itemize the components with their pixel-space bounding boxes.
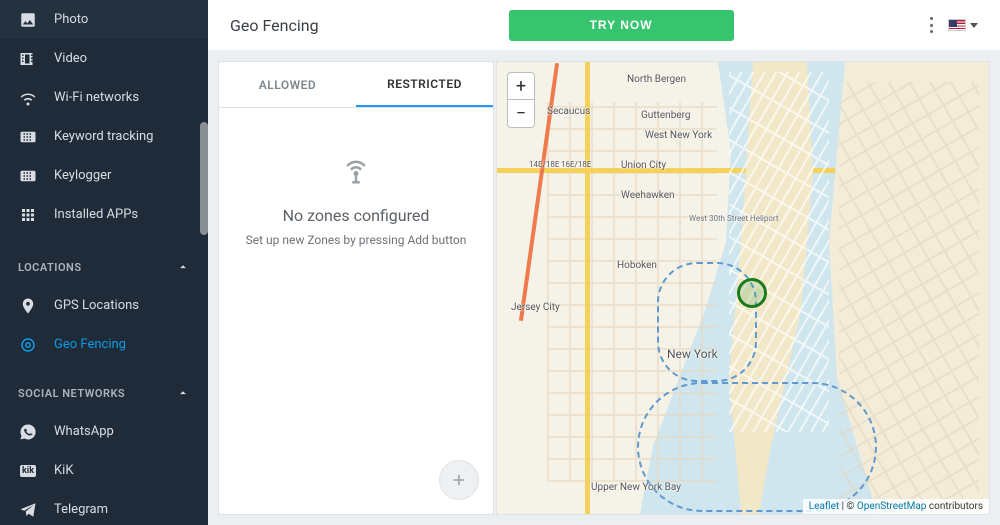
sidebar-item-kik[interactable]: kik KiK — [0, 451, 208, 490]
chevron-up-icon — [176, 260, 190, 274]
whatsapp-icon — [18, 422, 38, 442]
wifi-icon — [18, 88, 38, 108]
zones-panel: ALLOWED RESTRICTED No zones configured S… — [218, 61, 494, 515]
sidebar-item-label: Installed APPs — [54, 207, 138, 222]
map[interactable]: North Bergen Secaucus Guttenberg West Ne… — [496, 61, 990, 515]
grid-icon — [18, 205, 38, 225]
sidebar-item-label: Wi-Fi networks — [54, 90, 139, 105]
map-attribution: Leaflet | © OpenStreetMap contributors — [803, 499, 989, 514]
osm-link[interactable]: OpenStreetMap — [857, 501, 927, 512]
language-selector[interactable] — [948, 19, 978, 31]
keyboard-icon — [18, 127, 38, 147]
pin-icon — [18, 296, 38, 316]
section-title: SOCIAL NETWORKS — [18, 387, 125, 400]
tab-allowed[interactable]: ALLOWED — [219, 62, 356, 107]
sidebar: Photo Video Wi-Fi networks Keyword track… — [0, 0, 208, 525]
empty-state: No zones configured Set up new Zones by … — [219, 108, 493, 514]
sidebar-scrollbar-thumb[interactable] — [200, 122, 208, 235]
target-icon — [18, 335, 38, 355]
sidebar-item-label: GPS Locations — [54, 298, 139, 313]
sidebar-item-label: Photo — [54, 12, 88, 27]
sidebar-item-label: Video — [54, 51, 87, 66]
sidebar-item-video[interactable]: Video — [0, 39, 208, 78]
try-now-button[interactable]: TRY NOW — [509, 10, 734, 41]
content: ALLOWED RESTRICTED No zones configured S… — [208, 51, 1000, 525]
plus-icon — [450, 471, 468, 489]
page-title: Geo Fencing — [230, 16, 319, 35]
sidebar-item-label: Keylogger — [54, 168, 111, 183]
section-header-locations[interactable]: LOCATIONS — [0, 248, 208, 286]
sidebar-item-label: Geo Fencing — [54, 337, 126, 352]
photo-icon — [18, 10, 38, 30]
flag-us-icon — [948, 19, 966, 31]
sidebar-item-label: Telegram — [54, 502, 108, 517]
sidebar-scrollbar[interactable] — [200, 0, 208, 525]
empty-subtitle: Set up new Zones by pressing Add button — [246, 233, 467, 247]
map-background: North Bergen Secaucus Guttenberg West Ne… — [497, 62, 989, 514]
antenna-icon — [341, 156, 371, 190]
sidebar-item-gps[interactable]: GPS Locations — [0, 286, 208, 325]
sidebar-item-photo[interactable]: Photo — [0, 0, 208, 39]
keyboard-icon — [18, 166, 38, 186]
telegram-icon — [18, 500, 38, 520]
tab-restricted[interactable]: RESTRICTED — [356, 62, 493, 107]
zoom-in-button[interactable]: + — [508, 73, 534, 100]
chevron-up-icon — [176, 386, 190, 400]
tabs: ALLOWED RESTRICTED — [219, 62, 493, 108]
more-menu-icon[interactable] — [930, 17, 934, 33]
sidebar-item-label: WhatsApp — [54, 424, 114, 439]
zoom-control: + − — [507, 72, 535, 128]
empty-title: No zones configured — [283, 206, 430, 225]
sidebar-item-whatsapp[interactable]: WhatsApp — [0, 412, 208, 451]
caret-down-icon — [970, 23, 978, 28]
main: Geo Fencing TRY NOW ALLOWED RESTRICTED N… — [208, 0, 1000, 525]
video-icon — [18, 49, 38, 69]
topbar: Geo Fencing TRY NOW — [208, 0, 1000, 51]
sidebar-item-label: Keyword tracking — [54, 129, 154, 144]
section-title: LOCATIONS — [18, 261, 82, 274]
section-header-social[interactable]: SOCIAL NETWORKS — [0, 374, 208, 412]
geofence-marker[interactable] — [737, 278, 767, 308]
add-zone-button[interactable] — [439, 460, 479, 500]
sidebar-item-geofencing[interactable]: Geo Fencing — [0, 325, 208, 364]
sidebar-item-keylogger[interactable]: Keylogger — [0, 156, 208, 195]
leaflet-link[interactable]: Leaflet — [809, 501, 839, 512]
sidebar-item-telegram[interactable]: Telegram — [0, 490, 208, 525]
sidebar-item-apps[interactable]: Installed APPs — [0, 195, 208, 234]
sidebar-item-label: KiK — [54, 463, 73, 478]
sidebar-item-keyword[interactable]: Keyword tracking — [0, 117, 208, 156]
kik-icon: kik — [18, 461, 38, 481]
zoom-out-button[interactable]: − — [508, 100, 534, 127]
sidebar-item-wifi[interactable]: Wi-Fi networks — [0, 78, 208, 117]
